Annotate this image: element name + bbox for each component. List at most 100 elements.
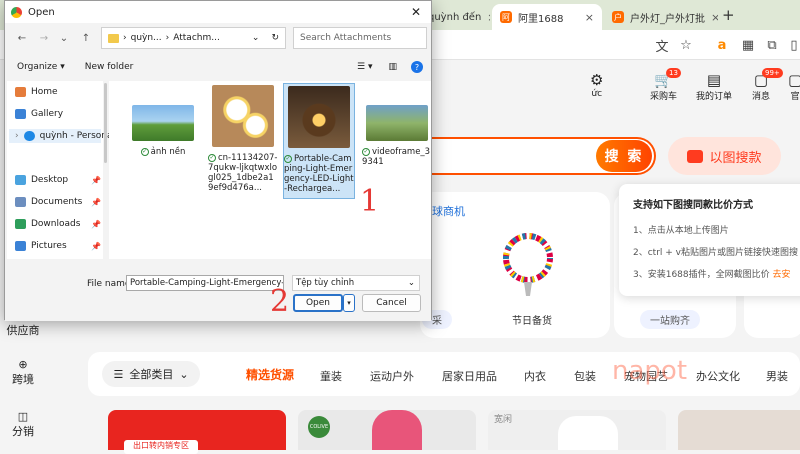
file-item-selected[interactable]: ✓ Portable-Camping-Light-Emergency-LED-Li…: [283, 83, 355, 199]
tab-1688[interactable]: 阿 阿里1688 ×: [492, 4, 602, 30]
distribution-icon: ◫: [17, 410, 29, 423]
close-icon[interactable]: ×: [481, 11, 490, 24]
image-search-button[interactable]: 以图搜款: [668, 137, 781, 175]
category-item[interactable]: 内衣: [524, 368, 546, 384]
tooltip-line-1: 1、点击从本地上传图片: [633, 226, 729, 236]
file-name: ảnh nền: [150, 147, 186, 157]
chevron-down-icon[interactable]: ⌄: [252, 33, 260, 43]
nav-pictures[interactable]: Pictures 📌: [15, 241, 101, 251]
close-icon[interactable]: ×: [579, 11, 594, 24]
favicon-icon: 户: [612, 11, 624, 23]
nav-documents[interactable]: Documents 📌: [15, 197, 101, 207]
file-type-value: Tệp tùy chỉnh: [296, 278, 355, 288]
gallery-icon: [15, 109, 26, 119]
nav-desktop[interactable]: Desktop 📌: [15, 175, 101, 185]
back-arrow-icon[interactable]: ←: [13, 28, 31, 48]
nav-item-orders[interactable]: ▤ 我的订单: [696, 71, 733, 103]
download-icon: [15, 219, 26, 229]
new-folder-button[interactable]: New folder: [85, 62, 134, 72]
translate-icon[interactable]: 文: [652, 35, 672, 55]
nav-home[interactable]: Home: [15, 87, 101, 97]
chevron-down-icon: ⌄: [407, 278, 415, 288]
recent-chevron-icon[interactable]: ⌄: [57, 28, 71, 48]
file-item[interactable]: ✓ cn-11134207-7qukw-ljkqtwxlogl025_1dbe2a…: [207, 85, 279, 193]
nav-label: Pictures: [31, 241, 67, 251]
image-search-tooltip: 支持如下图搜同款比价方式 1、点击从本地上传图片 2、ctrl + v粘贴图片或…: [619, 184, 800, 296]
category-item[interactable]: 办公文化: [696, 368, 740, 384]
menu-icon[interactable]: ▯: [784, 35, 800, 55]
pin-icon: 📌: [91, 197, 101, 207]
product-caption: 节日备货: [512, 316, 552, 327]
pill-one-stop[interactable]: 一站购齐: [640, 310, 700, 329]
search-field[interactable]: Search Attachments: [293, 27, 427, 49]
command-bar: Organize ▾ New folder ☰ ▾ ▥ ?: [5, 54, 431, 80]
nav-item-cart[interactable]: 🛒 采购车 13: [650, 68, 681, 102]
order-icon: ▤: [706, 71, 722, 89]
extension-grid-icon[interactable]: ▦: [738, 35, 758, 55]
tab-label: 阿里1688: [518, 13, 564, 25]
home-icon: [15, 87, 26, 97]
category-item[interactable]: 童装: [320, 368, 342, 384]
file-item[interactable]: ✓ videoframe_39341: [361, 105, 433, 167]
bracelet-image: [496, 230, 560, 300]
nav-label: Gallery: [31, 109, 64, 119]
breadcrumb-segment[interactable]: Attachm...: [173, 33, 220, 43]
product-card-partial[interactable]: [678, 410, 800, 450]
annotation-1: 1: [360, 184, 380, 219]
view-options-icon[interactable]: ☰ ▾: [357, 62, 372, 72]
file-name-input[interactable]: Portable-Camping-Light-Emergency-LED: [126, 275, 284, 291]
category-item[interactable]: 居家日用品: [442, 368, 497, 384]
bookmark-star-icon[interactable]: ☆: [676, 35, 696, 55]
nav-gallery[interactable]: Gallery: [15, 109, 101, 119]
organize-button[interactable]: Organize ▾: [17, 62, 65, 72]
close-icon[interactable]: ×: [705, 11, 718, 24]
all-categories-button[interactable]: ☰ 全部类目 ⌄: [102, 361, 200, 387]
tab-label: 户外灯_户外灯批: [630, 13, 705, 25]
breadcrumb-segment[interactable]: quỳn...: [131, 33, 162, 43]
new-tab-button[interactable]: +: [722, 6, 735, 24]
left-nav-crossborder[interactable]: ⊕ 跨境: [0, 358, 46, 387]
search-button[interactable]: 搜 索: [596, 140, 652, 172]
nav-downloads[interactable]: Downloads 📌: [15, 219, 101, 229]
file-type-select[interactable]: Tệp tùy chỉnh ⌄: [292, 275, 420, 291]
help-icon[interactable]: ?: [411, 61, 423, 73]
nav-label: Downloads: [31, 219, 81, 229]
extension-a-icon[interactable]: a: [712, 35, 732, 55]
refresh-icon[interactable]: ↻: [271, 33, 279, 43]
product-card-shirt[interactable]: 宽闲: [488, 410, 666, 450]
promo-card[interactable]: 出口转内销专区: [108, 410, 286, 454]
forward-arrow-icon[interactable]: →: [35, 28, 53, 48]
nav-label: ức: [591, 89, 603, 99]
nav-item-messages[interactable]: ▢ 消息 99+: [752, 68, 783, 102]
category-item[interactable]: 男装: [766, 368, 788, 384]
category-active[interactable]: 精选货源: [246, 366, 294, 383]
nav-scrollbar[interactable]: [104, 83, 107, 163]
nav-label: 官: [790, 92, 800, 102]
sync-check-icon: ✓: [140, 147, 149, 156]
tooltip-title: 支持如下图搜同款比价方式: [633, 200, 753, 211]
category-item[interactable]: 运动户外: [370, 368, 414, 384]
open-button[interactable]: Open: [293, 294, 343, 312]
tab-outdoor-light[interactable]: 户 户外灯_户外灯批 ×: [604, 4, 718, 30]
puzzle-icon[interactable]: ⧉: [762, 35, 782, 55]
tooltip-line-2: 2、ctrl + v粘贴图片或图片链接快速图搜: [633, 248, 798, 258]
file-item[interactable]: ✓ ảnh nền: [127, 105, 199, 157]
nav-item-official[interactable]: ▢ 官: [788, 72, 800, 103]
chevron-right-icon: ›: [165, 33, 170, 43]
nav-item-partial[interactable]: ⚙ ức: [590, 72, 603, 100]
nav-onedrive[interactable]: › quỳnh - Persona: [9, 129, 113, 143]
cancel-button[interactable]: Cancel: [362, 294, 421, 312]
address-bar[interactable]: › quỳn... › Attachm... ⌄ ↻: [101, 27, 286, 49]
left-nav-supplier[interactable]: 供应商: [0, 322, 46, 338]
category-item[interactable]: 包装: [574, 368, 596, 384]
close-icon[interactable]: ✕: [411, 5, 421, 19]
up-arrow-icon[interactable]: ↑: [77, 28, 95, 48]
open-dropdown-arrow-icon[interactable]: ▾: [343, 294, 355, 312]
nav-label: 我的订单: [696, 92, 733, 102]
left-nav-label: 供应商: [6, 324, 40, 337]
sync-check-icon: ✓: [208, 153, 216, 162]
left-nav-distribution[interactable]: ◫ 分销: [0, 410, 46, 439]
install-link[interactable]: 去安: [773, 270, 791, 280]
preview-pane-icon[interactable]: ▥: [388, 62, 397, 72]
product-card-fitness[interactable]: COLIVE: [298, 410, 476, 450]
